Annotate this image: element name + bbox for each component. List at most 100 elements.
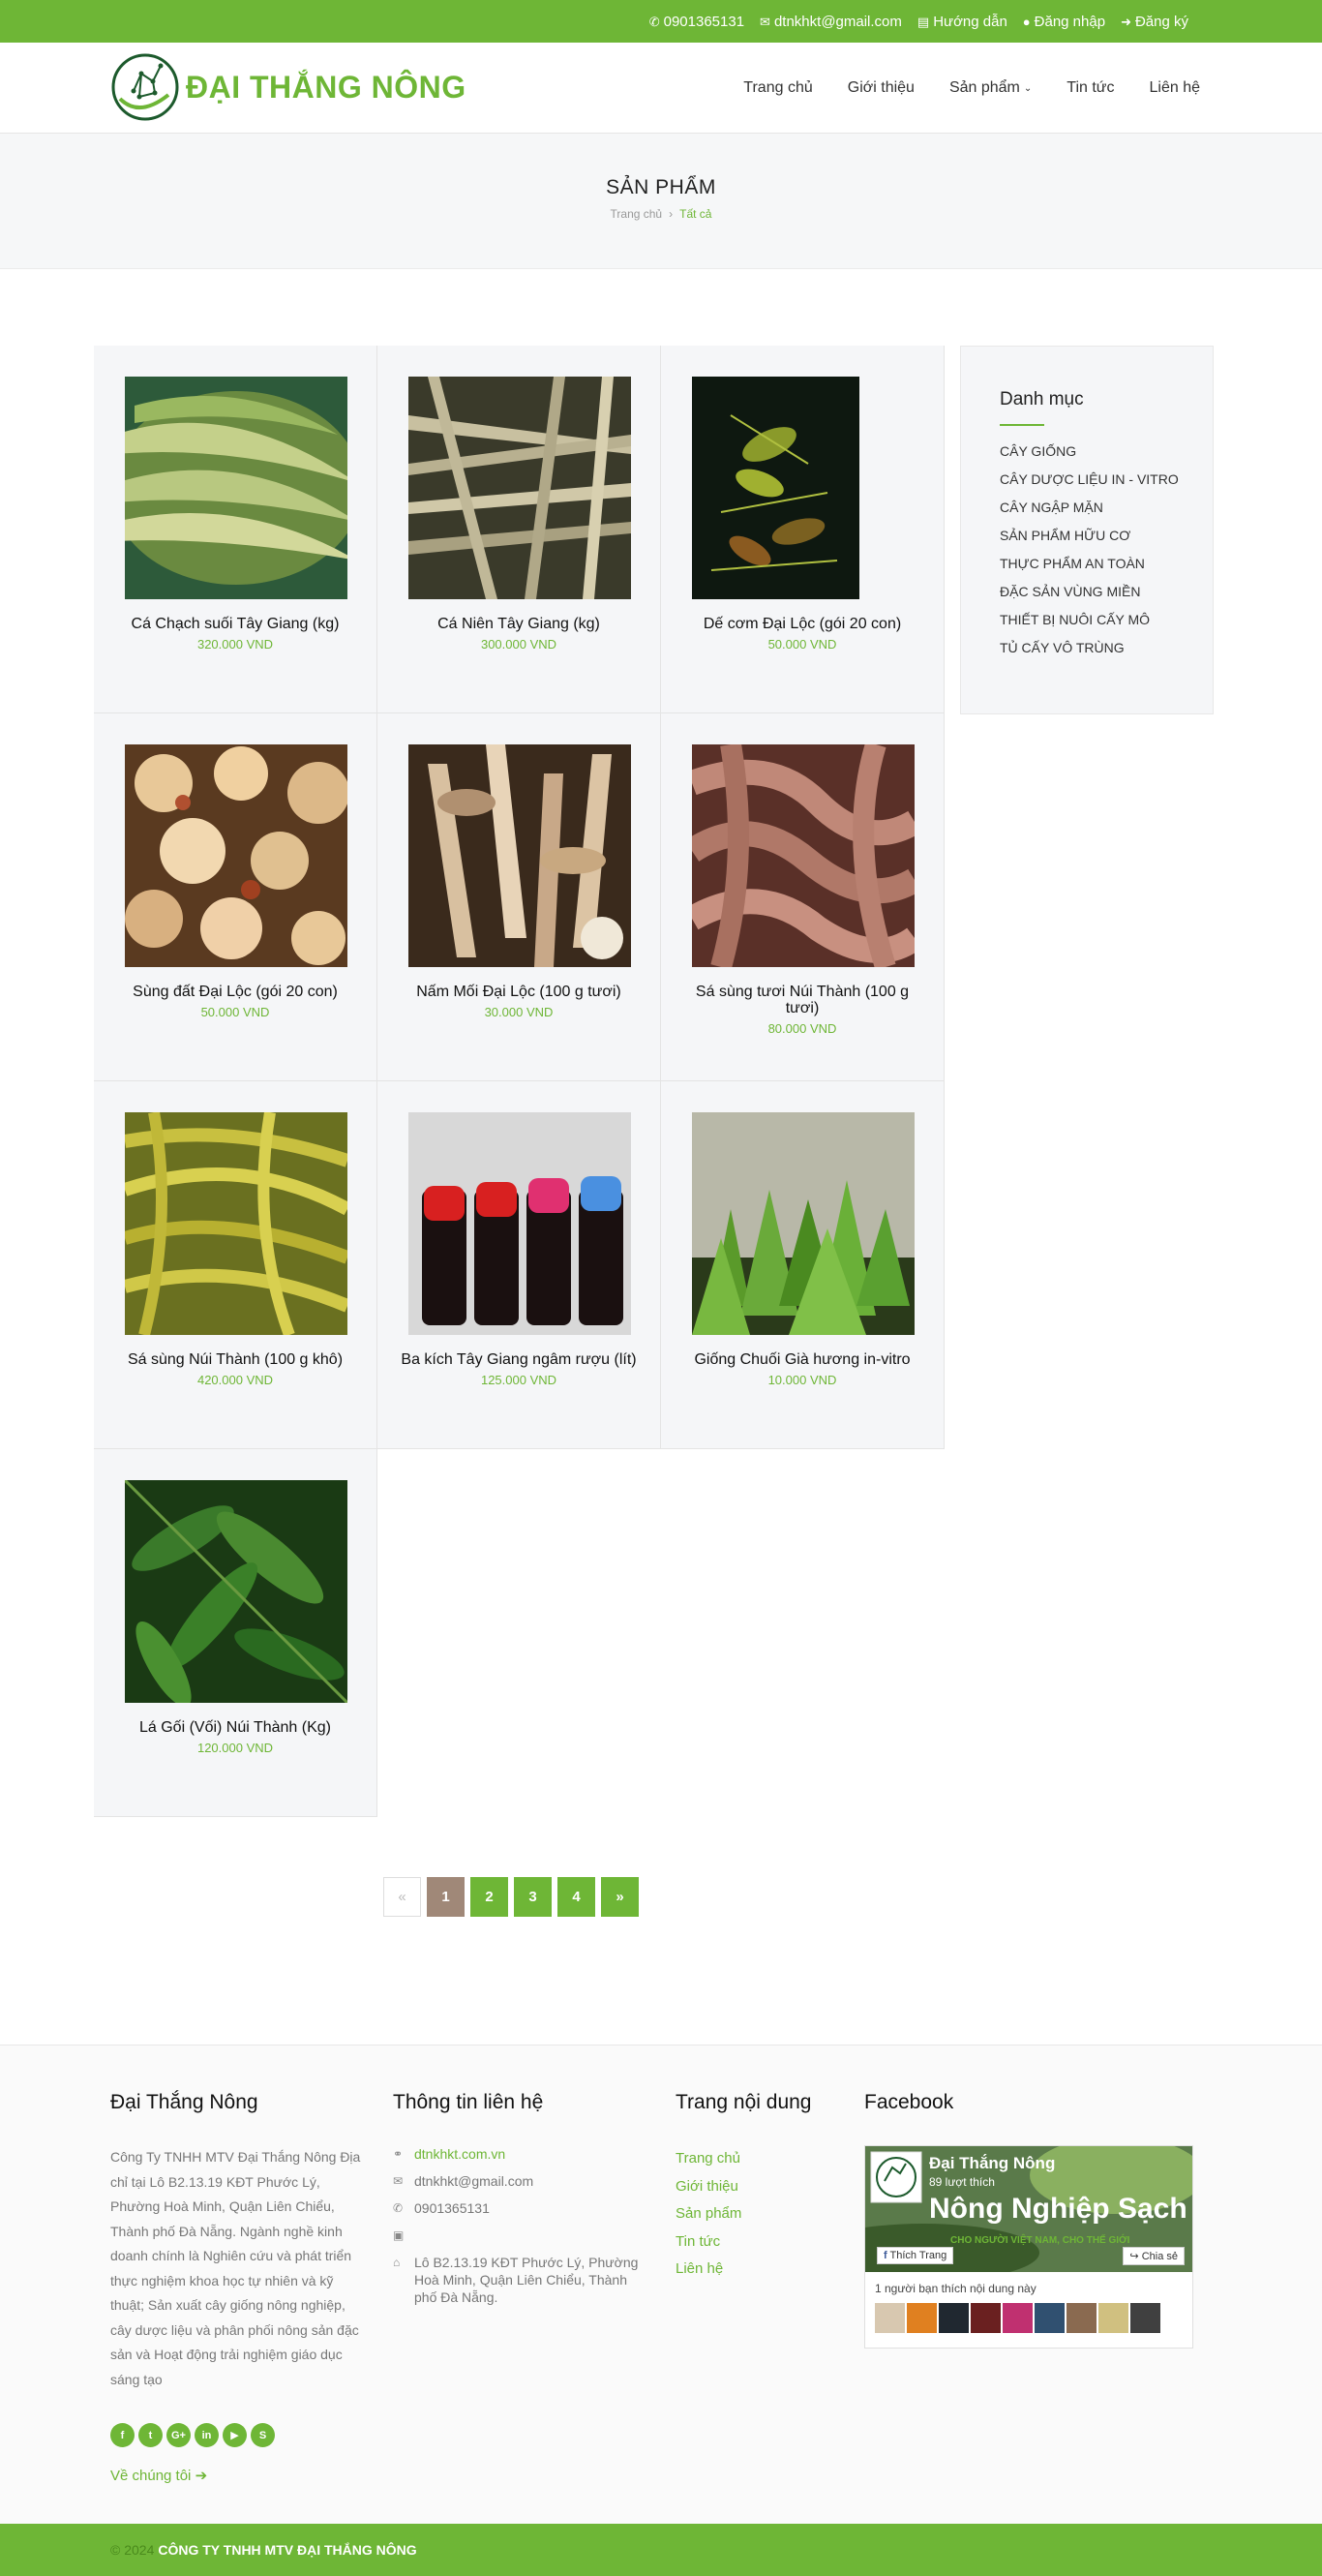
avatar[interactable]	[1098, 2303, 1128, 2333]
product-card[interactable]: Sá sùng Núi Thành (100 g khô) 420.000 VND	[94, 1081, 377, 1449]
avatar[interactable]	[907, 2303, 937, 2333]
product-name[interactable]: Cá Chạch suối Tây Giang (kg)	[132, 616, 340, 632]
avatar[interactable]	[1130, 2303, 1160, 2333]
page-header: SẢN PHẨM Trang chủ › Tất cả	[0, 134, 1322, 269]
footer-pages: Trang nội dung Trang chủ Giới thiệu Sản …	[676, 2091, 812, 2284]
product-name[interactable]: Sá sùng tươi Núi Thành (100 g tươi)	[696, 984, 909, 1016]
product-image[interactable]	[692, 377, 859, 599]
pagination-page-3[interactable]: 3	[514, 1877, 552, 1917]
pagination-next[interactable]: »	[601, 1877, 639, 1917]
footer-link-products[interactable]: Sản phẩm	[676, 2200, 812, 2228]
home-icon: ⌂	[393, 2256, 401, 2269]
product-name[interactable]: Sá sùng Núi Thành (100 g khô)	[128, 1351, 343, 1368]
nav-contact[interactable]: Liên hệ	[1150, 79, 1201, 97]
product-card[interactable]: Lá Gối (Vối) Núi Thành (Kg) 120.000 VND	[94, 1449, 377, 1817]
category-item[interactable]: TỦ CẤY VÔ TRÙNG	[1000, 634, 1213, 662]
product-name[interactable]: Giống Chuối Già hương in-vitro	[694, 1351, 910, 1368]
facebook-like-label: Thích Trang	[889, 2250, 947, 2261]
pagination-page-1[interactable]: 1	[427, 1877, 465, 1917]
avatar[interactable]	[1003, 2303, 1033, 2333]
phone-link[interactable]: ✆ 0901365131	[649, 14, 744, 30]
footer-link-home[interactable]: Trang chủ	[676, 2145, 812, 2173]
product-name[interactable]: Sùng đất Đại Lộc (gói 20 con)	[133, 984, 338, 1000]
facebook-icon[interactable]: f	[110, 2423, 135, 2447]
register-link[interactable]: ➜ Đăng ký	[1121, 14, 1188, 30]
product-name[interactable]: Dế cơm Đại Lộc (gói 20 con)	[704, 616, 901, 632]
contact-email[interactable]: dtnkhkt@gmail.com	[414, 2172, 533, 2190]
avatar[interactable]	[875, 2303, 905, 2333]
product-grid: Cá Chạch suối Tây Giang (kg) 320.000 VND …	[94, 346, 945, 1819]
product-card[interactable]: Ba kích Tây Giang ngâm rượu (lít) 125.000…	[377, 1081, 661, 1449]
guide-link[interactable]: ▤ Hướng dẫn	[917, 14, 1007, 30]
product-name[interactable]: Ba kích Tây Giang ngâm rượu (lít)	[401, 1351, 636, 1368]
nav-about[interactable]: Giới thiệu	[848, 79, 915, 97]
contact-website[interactable]: dtnkhkt.com.vn	[414, 2145, 505, 2163]
login-link[interactable]: ● Đăng nhập	[1023, 14, 1105, 30]
breadcrumb-current: Tất cả	[679, 207, 712, 221]
product-image[interactable]	[408, 377, 631, 599]
footer-about-text: Công Ty TNHH MTV Đại Thắng Nông Địa chỉ …	[110, 2149, 361, 2387]
product-image[interactable]	[125, 744, 347, 967]
product-image[interactable]	[408, 744, 631, 967]
avatar[interactable]	[971, 2303, 1001, 2333]
nav-home[interactable]: Trang chủ	[743, 79, 812, 97]
category-item[interactable]: ĐẶC SẢN VÙNG MIỀN	[1000, 578, 1213, 606]
footer-facebook: Facebook Đại Thắng Nông 89 lượt thích Nô…	[864, 2091, 1193, 2349]
category-item[interactable]: SẢN PHẨM HỮU CƠ	[1000, 522, 1213, 550]
contact-phone[interactable]: 0901365131	[414, 2199, 490, 2217]
product-card[interactable]: Dế cơm Đại Lộc (gói 20 con) 50.000 VND	[661, 346, 945, 713]
site-logo[interactable]: ĐẠI THẮNG NÔNG	[110, 52, 466, 122]
facebook-like-button[interactable]: f Thích Trang	[877, 2247, 954, 2264]
category-item[interactable]: THIẾT BỊ NUÔI CẤY MÔ	[1000, 606, 1213, 634]
share-icon: ↪	[1129, 2251, 1139, 2262]
footer-link-about[interactable]: Giới thiệu	[676, 2173, 812, 2201]
nav-products[interactable]: Sản phẩm ⌄	[949, 79, 1032, 97]
breadcrumb-separator-icon: ›	[669, 207, 674, 221]
about-more-label: Về chúng tôi	[110, 2468, 192, 2484]
product-image[interactable]	[408, 1112, 631, 1335]
fax-icon: ▣	[393, 2228, 405, 2242]
facebook-page-name[interactable]: Đại Thắng Nông	[929, 2154, 1055, 2173]
product-image[interactable]	[692, 1112, 915, 1335]
product-card[interactable]: Sá sùng tươi Núi Thành (100 g tươi) 80.00…	[661, 713, 945, 1081]
footer-link-contact[interactable]: Liên hệ	[676, 2256, 812, 2284]
youtube-icon[interactable]: ▶	[223, 2423, 247, 2447]
twitter-icon[interactable]: t	[138, 2423, 163, 2447]
product-card[interactable]: Nấm Mối Đại Lộc (100 g tươi) 30.000 VND	[377, 713, 661, 1081]
product-card[interactable]: Giống Chuối Già hương in-vitro 10.000 VND	[661, 1081, 945, 1449]
facebook-share-button[interactable]: ↪ Chia sẻ	[1123, 2247, 1185, 2265]
product-name[interactable]: Nấm Mối Đại Lộc (100 g tươi)	[416, 984, 621, 1000]
product-card[interactable]: Cá Chạch suối Tây Giang (kg) 320.000 VND	[94, 346, 377, 713]
breadcrumb-home[interactable]: Trang chủ	[611, 207, 663, 221]
product-card[interactable]: Sùng đất Đại Lộc (gói 20 con) 50.000 VND	[94, 713, 377, 1081]
skype-icon[interactable]: S	[251, 2423, 275, 2447]
product-card[interactable]: Cá Niên Tây Giang (kg) 300.000 VND	[377, 346, 661, 713]
pagination-page-2[interactable]: 2	[470, 1877, 508, 1917]
google-plus-icon[interactable]: G+	[166, 2423, 191, 2447]
category-item[interactable]: THỰC PHẨM AN TOÀN	[1000, 550, 1213, 578]
product-name[interactable]: Cá Niên Tây Giang (kg)	[437, 616, 600, 632]
linkedin-icon[interactable]: in	[195, 2423, 219, 2447]
footer-about: Đại Thắng Nông Công Ty TNHH MTV Đại Thắn…	[110, 2091, 362, 2484]
category-item[interactable]: CÂY DƯỢC LIỆU IN - VITRO	[1000, 466, 1213, 494]
main-nav: Trang chủ Giới thiệu Sản phẩm ⌄ Tin tức L…	[743, 43, 1200, 134]
email-link[interactable]: ✉ dtnkhkt@gmail.com	[760, 14, 902, 30]
pagination-prev[interactable]: «	[383, 1877, 421, 1917]
footer-link-news[interactable]: Tin tức	[676, 2228, 812, 2257]
avatar[interactable]	[1067, 2303, 1097, 2333]
about-more-link[interactable]: Về chúng tôi ➔	[110, 2467, 362, 2484]
facebook-page-widget[interactable]: Đại Thắng Nông 89 lượt thích Nông Nghiệp…	[864, 2145, 1193, 2349]
category-item[interactable]: CÂY GIỐNG	[1000, 438, 1213, 466]
product-name[interactable]: Lá Gối (Vối) Núi Thành (Kg)	[139, 1719, 331, 1736]
product-image[interactable]	[125, 1480, 347, 1703]
avatar[interactable]	[1035, 2303, 1065, 2333]
product-image[interactable]	[692, 744, 915, 967]
nav-news[interactable]: Tin tức	[1067, 79, 1114, 97]
avatar[interactable]	[939, 2303, 969, 2333]
facebook-share-label: Chia sẻ	[1141, 2251, 1178, 2262]
category-item[interactable]: CÂY NGẬP MẶN	[1000, 494, 1213, 522]
product-image[interactable]	[125, 377, 347, 599]
product-price: 300.000 VND	[480, 637, 557, 652]
pagination-page-4[interactable]: 4	[557, 1877, 595, 1917]
product-image[interactable]	[125, 1112, 347, 1335]
